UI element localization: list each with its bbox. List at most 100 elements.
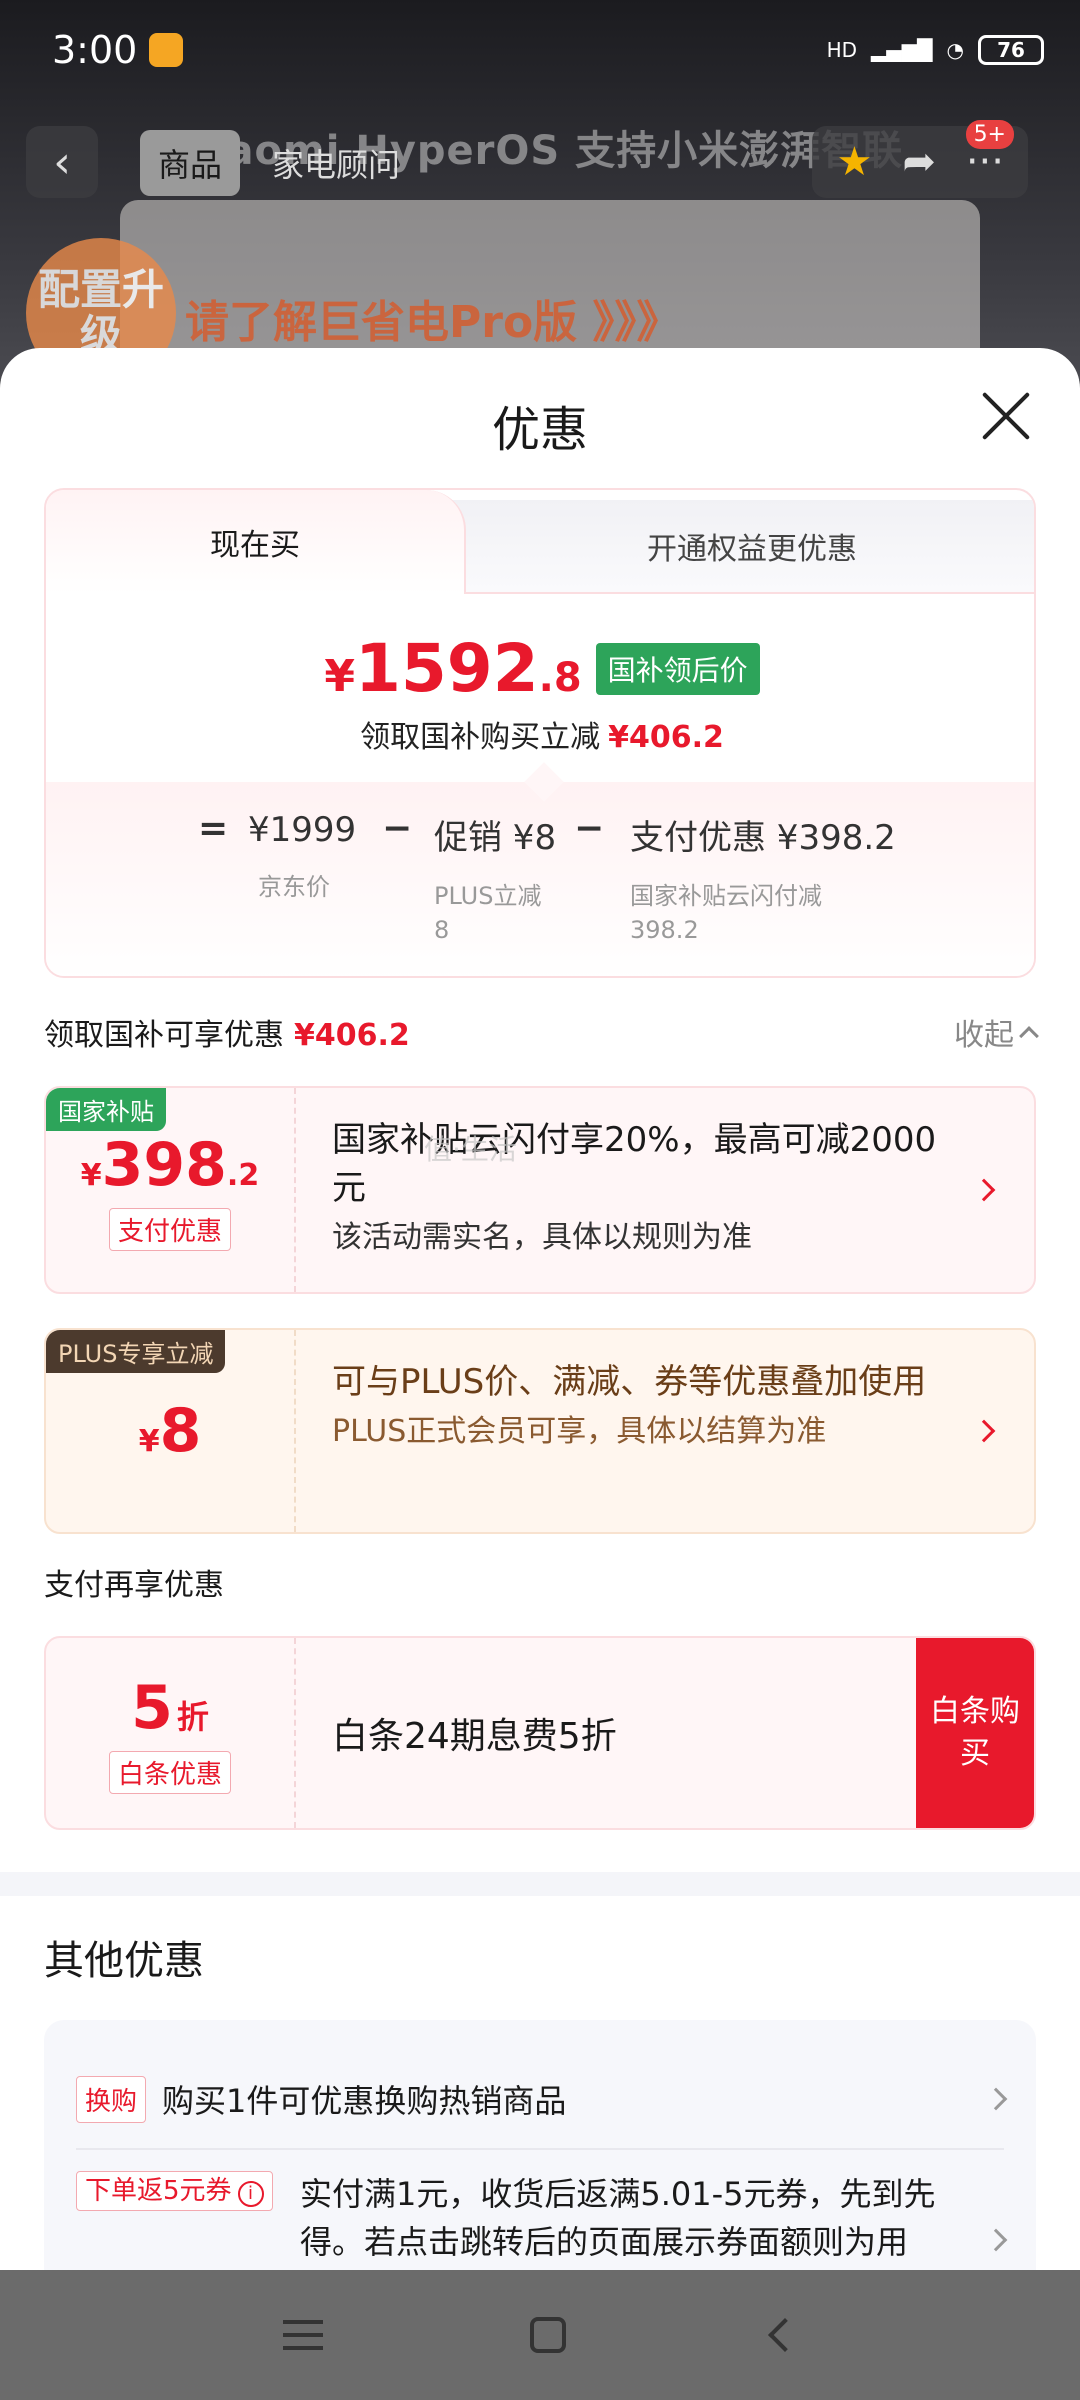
chevron-up-icon: [1019, 1026, 1039, 1046]
breakdown-pointer: [524, 762, 564, 802]
gov-amount-currency: ¥: [80, 1157, 102, 1193]
top-nav: ‹ 商品 家电顾问 ★ ➦ ··· 5+: [0, 120, 1080, 202]
nav-actions: ★ ➦ ··· 5+: [812, 120, 1028, 198]
final-price: ¥1592.8 国补领后价: [46, 630, 1034, 707]
subsidy-section-title: 领取国补可享优惠 ¥406.2: [44, 1010, 410, 1054]
plus-offer-title: 可与PLUS价、满减、券等优惠叠加使用: [332, 1362, 927, 1402]
back-button[interactable]: ‹: [26, 126, 98, 198]
collapse-label: 收起: [954, 1018, 1014, 1053]
chevron-left-icon: ‹: [53, 136, 71, 188]
favorite-star-icon[interactable]: ★: [836, 139, 872, 185]
back-icon[interactable]: [767, 2318, 802, 2352]
gov-offer-amount-block: ¥398.2 支付优惠: [46, 1088, 296, 1292]
share-icon[interactable]: ➦: [902, 139, 936, 185]
jd-price-col: ¥1999 京东价: [248, 810, 356, 904]
minus-sign: −: [382, 808, 413, 849]
baitiao-buy-button[interactable]: 白条购买: [916, 1638, 1034, 1828]
pay-amount: 398.2: [630, 916, 699, 944]
system-nav-bar: [0, 2270, 1080, 2400]
promo-value: 促销 ¥8: [434, 818, 557, 858]
other-offers-title: 其他优惠: [44, 1938, 204, 1984]
baitiao-discount-number: 5: [131, 1672, 173, 1743]
tab-member-benefits[interactable]: 开通权益更优惠: [426, 500, 1034, 594]
list-item-text: 购买1件可优惠换购热销商品: [162, 2082, 567, 2120]
baitiao-offer: 5折 白条优惠 白条24期息费5折 白条购买: [44, 1636, 1036, 1830]
gov-offer-note: 该活动需实名，具体以规则为准: [332, 1220, 752, 1255]
plus-offer[interactable]: PLUS专享立减 ¥8 可与PLUS价、满减、券等优惠叠加使用 PLUS正式会员…: [44, 1328, 1036, 1534]
battery-icon: 76: [978, 35, 1044, 65]
subsidy-section-header: 领取国补可享优惠 ¥406.2 收起: [44, 1010, 1039, 1054]
plus-offer-amount: ¥8: [139, 1396, 202, 1466]
price-decimal: .8: [538, 655, 582, 701]
baitiao-offer-text: 白条24期息费5折: [332, 1716, 617, 1757]
promo-label: PLUS立减: [434, 882, 542, 910]
status-icons: HD ▂▄▆█ ◔ 76: [827, 35, 1044, 65]
gov-subsidy-offer[interactable]: 国家补贴 ¥398.2 支付优惠 国家补贴云闪付享20%，最高可减2000元 该…: [44, 1086, 1036, 1294]
price-breakdown: = ¥1999 京东价 − 促销 ¥8 PLUS立减 8 − 支付优惠 ¥398…: [46, 762, 1034, 976]
list-item-tag: 换购: [76, 2075, 147, 2123]
status-bar: 3:00 HD ▂▄▆█ ◔ 76: [0, 0, 1080, 100]
tab-appliance-advisor[interactable]: 家电顾问: [254, 130, 418, 196]
sheet-title: 优惠: [491, 402, 588, 458]
baitiao-discount-unit: 折: [176, 1697, 209, 1736]
equals-sign: =: [198, 808, 229, 849]
watermark: 值·生活: [424, 1133, 517, 1166]
chevron-right-icon: [984, 2228, 1008, 2252]
coupon-tag: 下单返5元券 i: [76, 2171, 273, 2211]
price-integer: 1592: [354, 630, 539, 707]
subsidy-section-value: ¥406.2: [294, 1018, 410, 1053]
message-count-badge: 5+: [965, 120, 1014, 149]
subsidy-price-tag: 国补领后价: [595, 642, 760, 695]
subsidy-section-label: 领取国补可享优惠: [44, 1018, 284, 1053]
notification-app-icon: [149, 33, 184, 67]
recent-apps-icon[interactable]: [283, 2320, 324, 2350]
plus-offer-amount-block: ¥8: [46, 1330, 296, 1532]
pay-section-header: 支付再享优惠: [44, 1568, 224, 1603]
close-icon[interactable]: [978, 388, 1034, 444]
signal-icon: ▂▄▆█: [871, 38, 933, 62]
minus-sign: −: [574, 808, 605, 849]
discount-sheet: 优惠 开通权益更优惠 现在买 ¥1592.8 国补领后价 领取国补购买立减 ¥40…: [0, 348, 1080, 2400]
jd-price: ¥1999: [248, 810, 357, 850]
plus-offer-note: PLUS正式会员可享，具体以结算为准: [332, 1414, 827, 1449]
status-time-group: 3:00: [52, 28, 184, 72]
collapse-button[interactable]: 收起: [954, 1010, 1039, 1054]
tab-buy-now[interactable]: 现在买: [46, 490, 466, 594]
chevron-right-icon: [984, 2087, 1008, 2111]
price-reduction-value: ¥406.2: [608, 720, 724, 755]
list-item[interactable]: 换购 购买1件可优惠换购热销商品: [76, 2050, 1008, 2150]
baitiao-offer-type: 白条优惠: [108, 1750, 231, 1794]
plus-offer-body: 可与PLUS价、满减、券等优惠叠加使用 PLUS正式会员可享，具体以结算为准: [332, 1358, 952, 1454]
chevron-right-icon: [972, 1419, 996, 1443]
promo-amount: 8: [434, 916, 450, 944]
pay-col: 支付优惠 ¥398.2 国家补贴云闪付减 398.2: [630, 810, 896, 947]
network-type: HD: [826, 38, 858, 62]
price-tabs: 开通权益更优惠 现在买: [46, 490, 1034, 594]
gov-amount-decimal: .2: [226, 1157, 260, 1193]
nav-tabs: 商品 家电顾问: [140, 130, 418, 196]
baitiao-discount: 5折: [131, 1673, 209, 1743]
promo-col: 促销 ¥8 PLUS立减 8: [434, 810, 556, 947]
price-card: 开通权益更优惠 现在买 ¥1592.8 国补领后价 领取国补购买立减 ¥406.2…: [44, 488, 1036, 978]
price-currency: ¥: [324, 651, 355, 702]
section-divider: [0, 1872, 1080, 1896]
plus-amount-integer: 8: [159, 1396, 202, 1466]
tab-product[interactable]: 商品: [140, 130, 241, 196]
plus-amount-currency: ¥: [138, 1424, 160, 1459]
promo-label-block: PLUS立减 8: [434, 879, 556, 947]
jd-price-label: 京东价: [258, 873, 330, 901]
price-reduction-label: 领取国补购买立减: [360, 720, 601, 755]
list-item[interactable]: 下单返5元券 i 实付满1元，收货后返满5.01-5元券，先到先得。若点击跳转后的…: [76, 2170, 1008, 2261]
gov-amount-integer: 398: [101, 1129, 227, 1200]
gov-offer-amount: ¥398.2: [81, 1130, 259, 1200]
promo-banner-text: 请了解巨省电Pro版 》》》: [185, 297, 681, 348]
home-icon[interactable]: [529, 2317, 566, 2353]
pay-discount-value: 支付优惠 ¥398.2: [630, 818, 896, 858]
coupon-tag-label: 下单返5元券: [85, 2176, 232, 2206]
pay-label: 国家补贴云闪付减: [630, 882, 822, 910]
info-icon[interactable]: i: [237, 2181, 264, 2207]
list-item-text: 实付满1元，收货后返满5.01-5元券，先到先得。若点击跳转后的页面展示券面额则…: [300, 2175, 936, 2261]
pay-label-block: 国家补贴云闪付减 398.2: [630, 879, 896, 947]
price-reduction: 领取国补购买立减 ¥406.2: [46, 712, 1034, 756]
chevron-right-icon: [972, 1178, 996, 1202]
